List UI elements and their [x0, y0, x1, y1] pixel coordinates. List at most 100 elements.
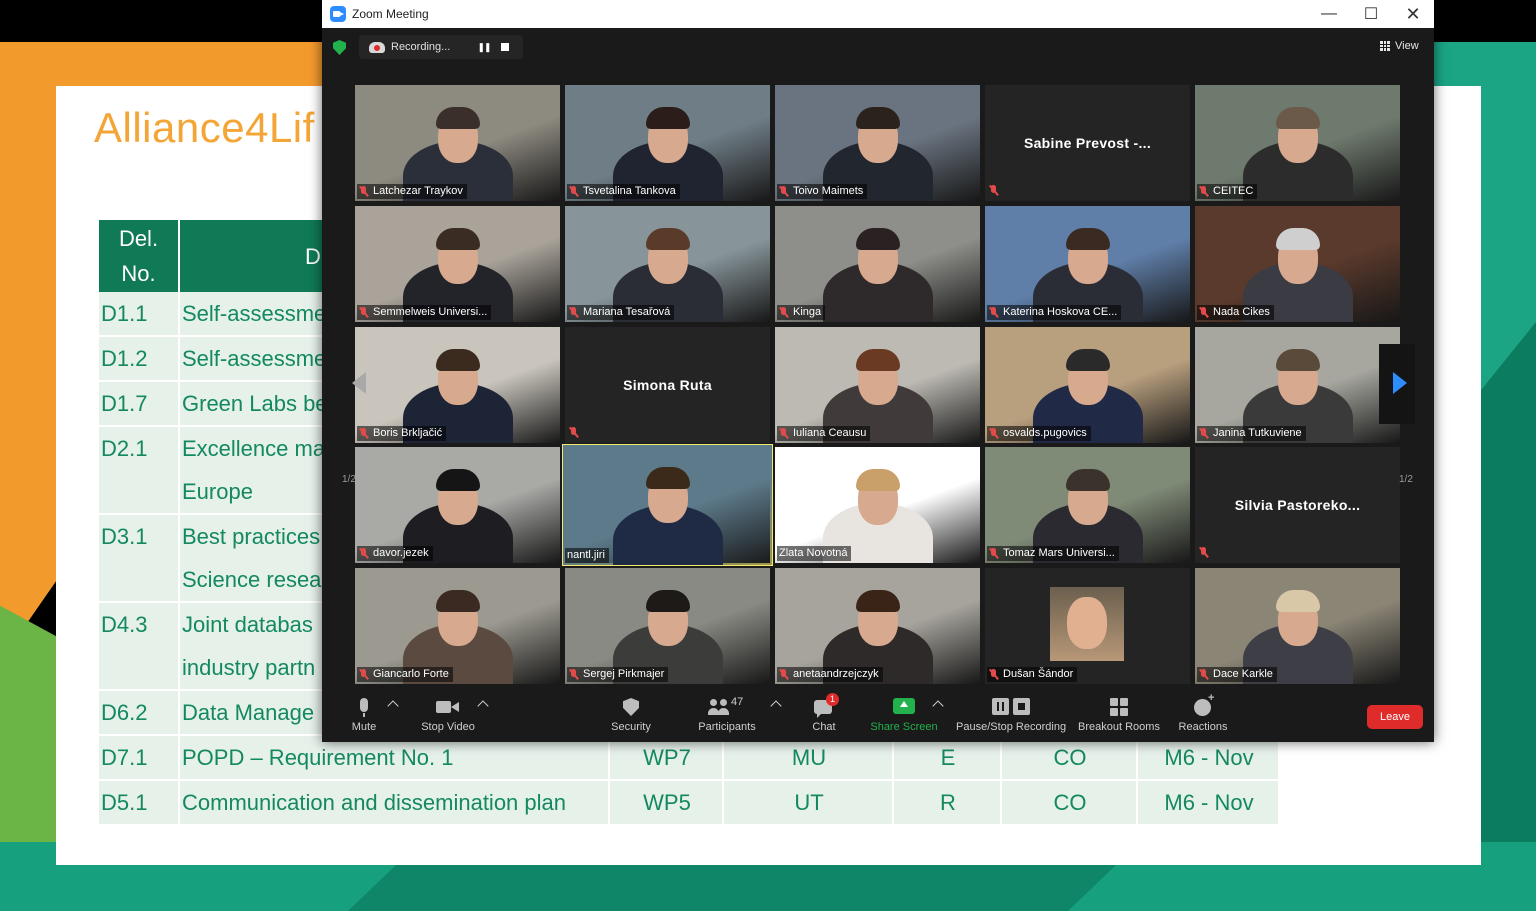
participant-name: anetaandrzejczyk — [793, 668, 879, 680]
participant-tile[interactable]: Giancarlo Forte — [355, 568, 560, 684]
participant-tile[interactable]: osvalds.pugovics — [985, 327, 1190, 443]
share-screen-label: Share Screen — [870, 721, 938, 733]
participant-name: Dušan Šándor — [1003, 668, 1074, 680]
participant-tile[interactable]: Katerina Hoskova CE... — [985, 206, 1190, 322]
breakout-rooms-icon — [1109, 696, 1129, 718]
deliverable-id: D1.7 — [99, 381, 180, 427]
participant-display-name: Simona Ruta — [623, 377, 712, 393]
participant-name-label: anetaandrzejczyk — [777, 667, 883, 682]
participant-tile[interactable]: anetaandrzejczyk — [775, 568, 980, 684]
muted-mic-icon — [569, 669, 578, 680]
deliverable-id: D7.1 — [99, 735, 180, 781]
table-header-cell: Del. No. — [99, 220, 180, 292]
pause-stop-recording-button[interactable]: Pause/Stop Recording — [956, 696, 1066, 740]
participant-tile[interactable]: Boris Brkljačić — [355, 327, 560, 443]
muted-mic-icon — [989, 307, 998, 318]
participant-hair — [435, 107, 480, 129]
minimize-button[interactable]: — — [1308, 0, 1350, 28]
deliverable-id: D4.3 — [99, 602, 180, 691]
audio-options-caret[interactable] — [387, 700, 399, 712]
due-month-text: M6 - Nov — [1164, 790, 1254, 815]
meeting-controls: Mute Stop Video Security 47 Participants… — [322, 692, 1434, 742]
pause-recording-button[interactable]: ❚❚ — [473, 42, 495, 53]
microphone-icon — [359, 696, 369, 718]
reactions-button[interactable]: Reactions — [1178, 692, 1228, 740]
page-indicator-right: 1/2 — [1399, 474, 1413, 485]
participant-tile[interactable]: Tsvetalina Tankova — [565, 85, 770, 201]
participant-hair — [855, 349, 900, 371]
participant-name: Tsvetalina Tankova — [583, 185, 676, 197]
due-month-text: M6 - Nov — [1164, 745, 1254, 770]
maximize-button[interactable]: ☐ — [1350, 0, 1392, 28]
participant-tile[interactable]: CEITEC — [1195, 85, 1400, 201]
previous-page-button[interactable] — [342, 344, 378, 424]
participant-tile[interactable]: Simona Ruta — [565, 327, 770, 443]
participants-icon: 47 — [707, 696, 747, 718]
security-button[interactable]: Security — [607, 696, 655, 740]
encryption-shield-icon[interactable] — [333, 40, 346, 55]
participant-name-label: davor.jezek — [357, 546, 433, 561]
breakout-rooms-button[interactable]: Breakout Rooms — [1078, 696, 1160, 740]
participant-tile[interactable]: Toivo Maimets — [775, 85, 980, 201]
view-button[interactable]: View — [1380, 40, 1419, 52]
chat-button[interactable]: 1 Chat — [806, 693, 842, 740]
work-package-text: WP5 — [643, 790, 691, 815]
next-page-button[interactable] — [1379, 344, 1415, 424]
muted-mic-icon — [569, 186, 578, 197]
work-package: WP5 — [609, 780, 724, 826]
participant-tile[interactable]: Semmelweis Universi... — [355, 206, 560, 322]
participant-tile[interactable]: Iuliana Ceausu — [775, 327, 980, 443]
deliverable-type-text: E — [940, 745, 956, 770]
stop-recording-button[interactable] — [501, 43, 509, 51]
security-label: Security — [611, 721, 651, 733]
participant-name-label: CEITEC — [1197, 184, 1258, 199]
participant-tile[interactable]: Kinga — [775, 206, 980, 322]
breakout-rooms-label: Breakout Rooms — [1078, 721, 1160, 733]
share-screen-button[interactable]: Share Screen — [870, 696, 938, 740]
participant-hair — [1275, 590, 1320, 612]
participant-hair — [855, 107, 900, 129]
participant-name: Iuliana Ceausu — [793, 427, 867, 439]
deliverable-title: Communication and dissemination plan — [179, 780, 610, 826]
muted-mic-icon — [1199, 669, 1208, 680]
participant-tile[interactable]: davor.jezek — [355, 447, 560, 563]
mute-button[interactable]: Mute — [344, 696, 384, 740]
participant-tile[interactable]: nantl.jiri — [562, 444, 773, 566]
participant-tile[interactable]: Tomaz Mars Universi... — [985, 447, 1190, 563]
participant-tile[interactable]: Latchezar Traykov — [355, 85, 560, 201]
participant-name: osvalds.pugovics — [1003, 427, 1087, 439]
participants-label: Participants — [698, 721, 756, 733]
muted-mic-icon — [359, 186, 368, 197]
participant-name-label: Boris Brkljačić — [357, 426, 447, 441]
participant-tile[interactable]: Silvia Pastoreko... — [1195, 447, 1400, 563]
stop-video-button[interactable]: Stop Video — [416, 696, 480, 740]
zoom-meeting-window: Zoom Meeting — ☐ ✕ Recording... ❚❚ View … — [322, 0, 1434, 742]
muted-mic-icon — [359, 669, 368, 680]
participant-tile[interactable]: Dace Karkle — [1195, 568, 1400, 684]
close-button[interactable]: ✕ — [1392, 0, 1434, 28]
participant-hair — [1065, 349, 1110, 371]
participant-tile[interactable]: Zlata Novotná — [775, 447, 980, 563]
participant-tile[interactable]: Nada Cikes — [1195, 206, 1400, 322]
participant-tile[interactable]: Janina Tutkuviene — [1195, 327, 1400, 443]
participant-hair — [855, 469, 900, 491]
participants-options-caret[interactable] — [770, 700, 782, 712]
deliverable-id: D5.1 — [99, 780, 180, 826]
chat-bubble-icon: 1 — [814, 693, 839, 718]
participant-hair — [855, 228, 900, 250]
table-row: D5.1 Communication and dissemination plan… — [99, 780, 1280, 826]
participant-name-label: Tomaz Mars Universi... — [987, 546, 1119, 561]
participant-name: Kinga — [793, 306, 822, 318]
participant-tile[interactable]: Sabine Prevost -... — [985, 85, 1190, 201]
deliverable-id: D6.2 — [99, 690, 180, 736]
deliverable-id-text: D3.1 — [101, 524, 148, 549]
participant-tile[interactable]: Dušan Šándor — [985, 568, 1190, 684]
participant-name: Giancarlo Forte — [373, 668, 449, 680]
leave-meeting-button[interactable]: Leave — [1367, 705, 1423, 729]
participant-tile[interactable]: Sergej Pirkmajer — [565, 568, 770, 684]
deliverable-id-text: D4.3 — [101, 612, 148, 637]
participant-name-label: Giancarlo Forte — [357, 667, 453, 682]
participants-button[interactable]: 47 Participants — [696, 696, 758, 740]
participant-tile[interactable]: Mariana Tesařová — [565, 206, 770, 322]
stop-icon — [1013, 698, 1030, 715]
